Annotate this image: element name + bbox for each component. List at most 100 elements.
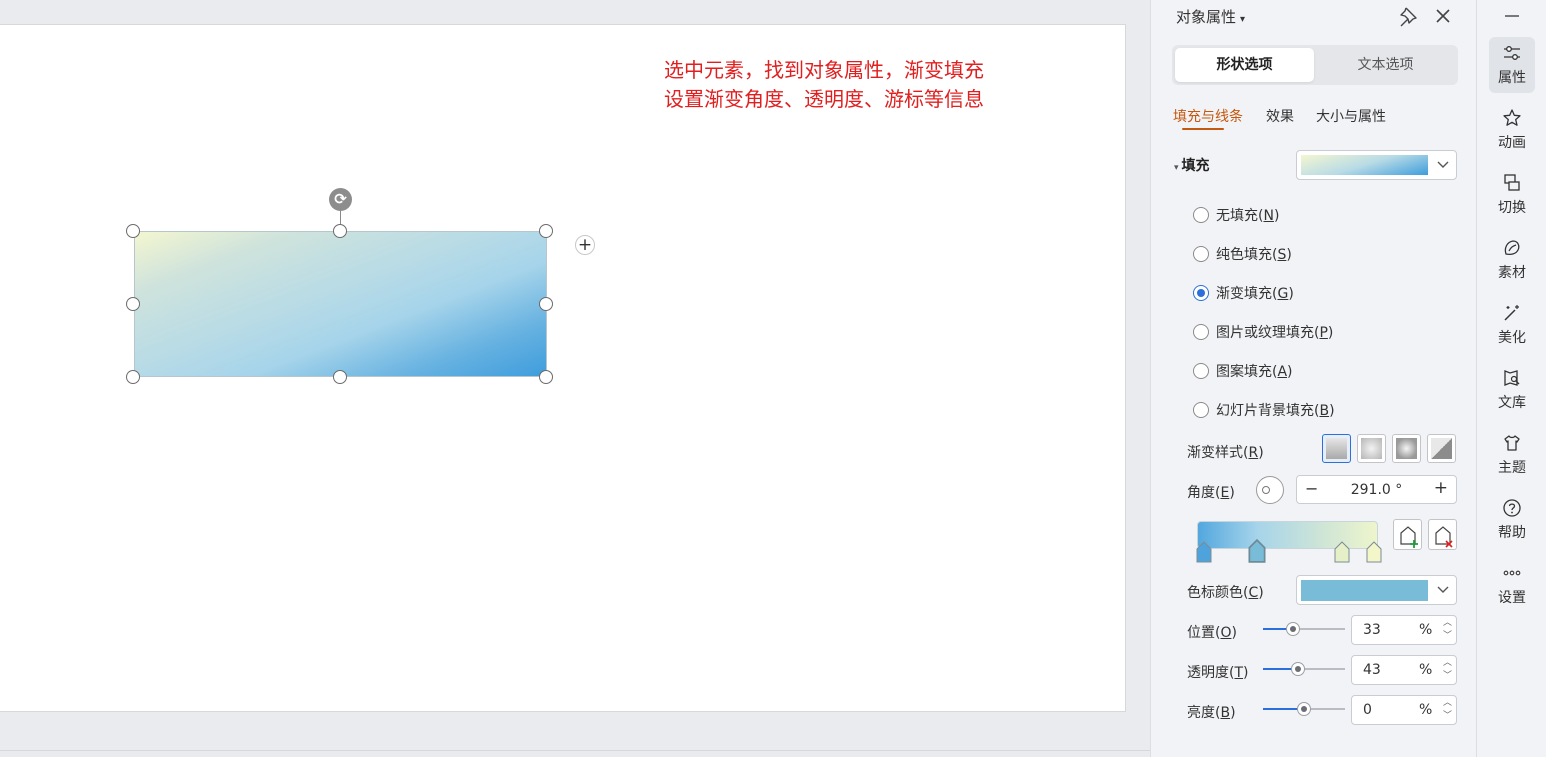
spin-down-icon[interactable]: ﹀ — [1443, 671, 1452, 681]
radio-button-selected[interactable] — [1193, 285, 1209, 301]
resize-handle-bottom-left[interactable] — [126, 370, 140, 384]
radio-picture-texture-fill[interactable]: 图片或纹理填充(P) — [1193, 322, 1333, 342]
resize-handle-top-right[interactable] — [539, 224, 553, 238]
radio-button[interactable] — [1193, 324, 1209, 340]
position-slider[interactable] — [1263, 621, 1345, 637]
gradient-stop[interactable] — [1196, 541, 1212, 563]
gradient-stops-bar[interactable] — [1197, 521, 1378, 549]
resize-handle-bottom-right[interactable] — [539, 370, 553, 384]
slider-knob[interactable] — [1291, 662, 1306, 676]
fill-section-label: 填充 — [1181, 158, 1210, 174]
spin-down-icon[interactable]: ﹀ — [1443, 711, 1452, 721]
switch-icon — [1504, 174, 1520, 191]
gradient-style-radial-button[interactable] — [1357, 434, 1386, 463]
brightness-label: 亮度(B) — [1187, 705, 1236, 721]
toolbar-properties[interactable]: 属性 — [1489, 37, 1535, 93]
panel-title-caret-icon: ▾ — [1240, 14, 1246, 25]
brightness-input[interactable]: 0 % ︿ ﹀ — [1351, 695, 1457, 725]
gradient-style-path-button[interactable] — [1427, 434, 1456, 463]
toolbar-label: 美化 — [1498, 330, 1526, 346]
angle-value[interactable]: 291.0 ° — [1297, 482, 1456, 498]
resize-handle-top[interactable] — [333, 224, 347, 238]
fill-section-header[interactable]: ▾ 填充 — [1174, 155, 1210, 175]
stop-color-dropdown[interactable] — [1296, 575, 1457, 605]
close-icon[interactable] — [1432, 5, 1454, 27]
tab-shape-options[interactable]: 形状选项 — [1175, 48, 1314, 82]
delete-stop-icon — [1435, 526, 1453, 548]
radio-pattern-fill[interactable]: 图案填充(A) — [1193, 361, 1293, 381]
radio-slide-background-fill[interactable]: 幻灯片背景填充(B) — [1193, 400, 1335, 420]
toolbar-theme[interactable]: 主题 — [1489, 427, 1535, 483]
gradient-style-rectangular-button[interactable] — [1392, 434, 1421, 463]
gradient-stop[interactable] — [1366, 541, 1382, 563]
position-input[interactable]: 33 % ︿ ﹀ — [1351, 615, 1457, 645]
more-icon — [1503, 570, 1521, 576]
slide-canvas-area: 选中元素，找到对象属性，渐变填充 设置渐变角度、透明度、游标等信息 ⟳ + — [0, 0, 1150, 757]
toolbar-label: 主题 — [1498, 460, 1526, 476]
tab-text-options[interactable]: 文本选项 — [1316, 48, 1455, 82]
linear-gradient-icon — [1326, 438, 1347, 459]
transparency-slider[interactable] — [1263, 661, 1345, 677]
delete-gradient-stop-button[interactable] — [1428, 519, 1457, 550]
slider-knob[interactable] — [1286, 622, 1301, 636]
angle-decrement-button[interactable]: − — [1305, 479, 1318, 498]
spin-up-icon[interactable]: ︿ — [1443, 618, 1452, 628]
gradient-stop-selected[interactable] — [1247, 539, 1267, 563]
pin-icon[interactable] — [1397, 5, 1419, 27]
transparency-value[interactable]: 43 — [1363, 662, 1381, 678]
spin-up-icon[interactable]: ︿ — [1443, 658, 1452, 668]
radio-label: 无填充(N) — [1216, 208, 1280, 224]
chevron-down-icon — [1437, 161, 1449, 168]
radio-button[interactable] — [1193, 246, 1209, 262]
toolbar-label: 设置 — [1498, 590, 1526, 606]
fill-preset-dropdown[interactable] — [1296, 150, 1457, 180]
toolbar-animation[interactable]: 动画 — [1489, 102, 1535, 158]
subtab-fill-and-line[interactable]: 填充与线条 — [1173, 106, 1243, 126]
brightness-slider[interactable] — [1263, 701, 1345, 717]
transparency-input[interactable]: 43 % ︿ ﹀ — [1351, 655, 1457, 685]
toolbar-beautify[interactable]: 美化 — [1489, 297, 1535, 353]
position-value[interactable]: 33 — [1363, 622, 1381, 638]
transparency-label: 透明度(T) — [1187, 665, 1249, 681]
toolbar-label: 素材 — [1498, 265, 1526, 281]
toolbar-library[interactable]: 文库 — [1489, 362, 1535, 418]
right-toolbar: 属性 动画 切换 素材 美化 文库 主题 帮助 设置 — [1476, 0, 1546, 757]
add-gradient-stop-button[interactable] — [1393, 519, 1422, 550]
resize-handle-bottom[interactable] — [333, 370, 347, 384]
gradient-rectangle-shape[interactable] — [134, 231, 547, 377]
position-label: 位置(O) — [1187, 625, 1237, 641]
gradient-style-linear-button[interactable] — [1322, 434, 1351, 463]
toolbar-settings[interactable]: 设置 — [1489, 557, 1535, 613]
toolbar-transition[interactable]: 切换 — [1489, 167, 1535, 223]
toolbar-help[interactable]: 帮助 — [1489, 492, 1535, 548]
quick-add-plus-icon[interactable]: + — [575, 235, 595, 255]
radio-button[interactable] — [1193, 402, 1209, 418]
rotate-handle-icon[interactable]: ⟳ — [329, 188, 352, 211]
toolbar-label: 动画 — [1498, 135, 1526, 151]
radio-no-fill[interactable]: 无填充(N) — [1193, 205, 1279, 225]
brightness-value[interactable]: 0 — [1363, 702, 1372, 718]
subtab-effect[interactable]: 效果 — [1266, 106, 1294, 126]
radio-label: 纯色填充(S) — [1216, 247, 1292, 263]
magic-wand-icon — [1504, 305, 1519, 321]
radio-solid-fill[interactable]: 纯色填充(S) — [1193, 244, 1292, 264]
spin-down-icon[interactable]: ﹀ — [1443, 631, 1452, 641]
resize-handle-right[interactable] — [539, 297, 553, 311]
radio-button[interactable] — [1193, 363, 1209, 379]
resize-handle-top-left[interactable] — [126, 224, 140, 238]
toolbar-material[interactable]: 素材 — [1489, 232, 1535, 288]
gradient-stop[interactable] — [1334, 541, 1350, 563]
panel-title-dropdown[interactable]: 对象属性 ▾ — [1176, 6, 1245, 27]
position-unit: % — [1419, 622, 1433, 638]
resize-handle-left[interactable] — [126, 297, 140, 311]
angle-increment-button[interactable]: + — [1434, 478, 1448, 498]
toolbar-label: 帮助 — [1498, 525, 1526, 541]
subtab-size-and-properties[interactable]: 大小与属性 — [1316, 106, 1386, 126]
slider-knob[interactable] — [1297, 702, 1311, 716]
minimize-icon[interactable] — [1502, 6, 1522, 26]
radio-gradient-fill[interactable]: 渐变填充(G) — [1193, 283, 1294, 303]
angle-dial-icon[interactable] — [1256, 476, 1284, 504]
radio-button[interactable] — [1193, 207, 1209, 223]
spin-up-icon[interactable]: ︿ — [1443, 698, 1452, 708]
angle-stepper[interactable]: 291.0 ° − + — [1296, 475, 1457, 504]
